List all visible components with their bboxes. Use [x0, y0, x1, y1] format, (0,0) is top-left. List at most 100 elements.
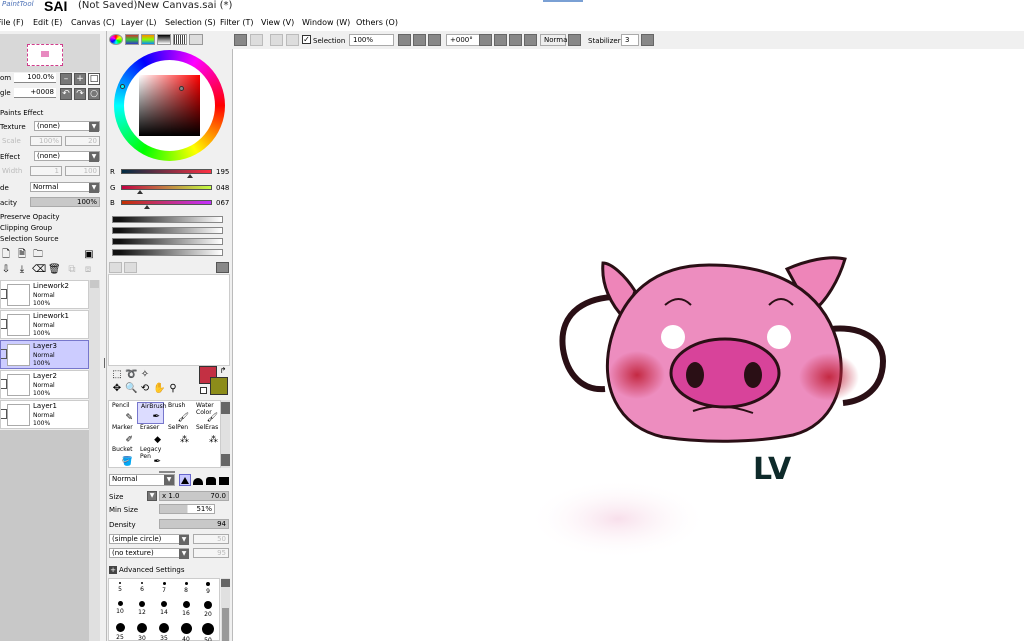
scratchpad-area[interactable] [108, 274, 230, 366]
swap-colors-icon[interactable]: ↱ [217, 365, 229, 377]
brush-size-item[interactable]: 5 [109, 582, 131, 593]
navigator-preview[interactable] [0, 34, 100, 72]
tool-legacy-pen[interactable]: Legacy Pen ✒ [137, 446, 164, 468]
menu-window[interactable]: Window (W) [302, 18, 350, 27]
red-slider[interactable] [121, 169, 212, 174]
transfer-down-icon[interactable]: ⇩ [0, 264, 12, 276]
brush-size-item[interactable]: 20 [197, 601, 219, 618]
brush-grid-scrollbar[interactable] [221, 578, 230, 641]
color-wheel[interactable] [114, 50, 225, 161]
size-slider[interactable]: x 1.0 70.0 [159, 491, 229, 501]
brush-size-item[interactable]: 7 [153, 582, 175, 594]
brush-size-item[interactable]: 16 [175, 601, 197, 617]
move-tool-icon[interactable]: ✥ [111, 383, 123, 395]
menu-others[interactable]: Others (O) [356, 18, 398, 27]
brush-size-item[interactable]: 6 [131, 582, 153, 593]
color-wheel-tab-icon[interactable] [109, 34, 123, 45]
tool-splitter-grip[interactable] [159, 471, 175, 473]
layer-item-layer2[interactable]: Layer2 Normal 100% [0, 370, 89, 399]
red-slider-thumb[interactable] [187, 174, 193, 178]
scroll-knob[interactable] [90, 280, 99, 288]
mix-bar-2[interactable] [112, 227, 223, 234]
menu-edit[interactable]: Edit (E) [33, 18, 62, 27]
tool-brush[interactable]: Brush 🖌 [165, 402, 192, 424]
menu-file[interactable]: File (F) [0, 18, 24, 27]
drawing-canvas[interactable]: LV [232, 49, 1024, 641]
tool-airbrush[interactable]: AirBrush ✒ [137, 402, 167, 424]
nav-angle-value[interactable]: +0008 [14, 88, 56, 98]
mix-chip[interactable] [113, 250, 120, 255]
chevron-down-icon[interactable]: ▼ [179, 535, 189, 545]
chevron-down-icon[interactable]: ▼ [89, 183, 99, 193]
layer-item-linework1[interactable]: Linework1 Normal 100% [0, 310, 89, 339]
tool-seleras[interactable]: SelEras ⁂ [193, 424, 221, 446]
clear-layer-icon[interactable]: ⌫ [32, 264, 46, 276]
selection-checkbox[interactable]: ✓ [302, 35, 311, 44]
density-slider[interactable]: 94 [159, 519, 229, 529]
zoom-in-button[interactable]: + [74, 73, 86, 85]
brush-size-item[interactable]: 30 [131, 623, 153, 641]
zoom-field[interactable]: 100% [349, 34, 394, 46]
brush-shape-select[interactable]: (simple circle) [109, 534, 189, 544]
preserve-opacity-checkbox[interactable]: Preserve Opacity [0, 213, 60, 221]
scale-field[interactable]: 100% [30, 136, 62, 146]
new-folder-icon[interactable]: 🗀 [32, 249, 44, 261]
layer-item-layer1[interactable]: Layer1 Normal 100% [0, 400, 89, 429]
chevron-down-icon[interactable]: ▼ [179, 549, 189, 559]
mix-chip[interactable] [113, 239, 120, 244]
brush-size-item[interactable]: 10 [109, 601, 131, 615]
size-mult-dropdown[interactable]: ▼ [147, 491, 157, 501]
green-slider-thumb[interactable] [137, 190, 143, 194]
scratchpad-btn-2[interactable] [124, 262, 137, 273]
lasso-tool-icon[interactable]: ➰ [125, 369, 137, 381]
rotate-right-button[interactable]: ↷ [74, 88, 86, 100]
scroll-up-button[interactable] [221, 402, 230, 414]
splitter-grip[interactable] [104, 358, 105, 368]
menu-canvas[interactable]: Canvas (C) [71, 18, 115, 27]
tool-selpen[interactable]: SelPen ⁂ [165, 424, 192, 446]
layer-scrollbar[interactable] [89, 280, 100, 641]
eyedropper-tool-icon[interactable]: ⚲ [167, 383, 179, 395]
scratchpad-tab-icon[interactable] [189, 34, 203, 45]
layer-item-layer3[interactable]: Layer3 Normal 100% [0, 340, 89, 369]
hsv-slider-tab-icon[interactable] [141, 34, 155, 45]
blue-value[interactable]: 067 [216, 199, 229, 207]
view-mode-dropdown[interactable] [568, 34, 581, 46]
marquee-tool-icon[interactable]: ⬚ [111, 369, 123, 381]
menu-selection[interactable]: Selection (S) [165, 18, 216, 27]
hue-marker[interactable] [120, 84, 125, 89]
chevron-down-icon[interactable]: ▼ [89, 152, 99, 162]
angle-dropdown[interactable] [479, 34, 492, 46]
hand-tool-icon[interactable]: ✋ [153, 383, 165, 395]
rotate-reset-button[interactable]: ○ [88, 88, 100, 100]
tool-watercolor[interactable]: Water Color 🖌 [193, 402, 221, 424]
invert-selection-icon[interactable] [286, 34, 299, 46]
brush-texture-select[interactable]: (no texture) [109, 548, 189, 558]
brush-shape-sharp[interactable] [179, 474, 191, 486]
scale-field-2[interactable]: 20 [65, 136, 100, 146]
shape-strength-field[interactable]: 50 [193, 534, 229, 544]
rotate-ccw-icon[interactable] [494, 34, 507, 46]
chevron-down-icon[interactable]: ▼ [164, 475, 174, 485]
brush-shape-flat[interactable] [206, 477, 216, 485]
swatches-tab-icon[interactable] [173, 34, 187, 45]
advanced-settings-toggle[interactable]: Advanced Settings [119, 566, 185, 574]
mix-chip[interactable] [113, 228, 120, 233]
rotate-left-button[interactable]: ↶ [60, 88, 72, 100]
blue-slider[interactable] [121, 200, 212, 205]
scroll-knob[interactable] [222, 608, 229, 641]
zoom-tool-icon[interactable]: 🔍 [125, 383, 137, 395]
expand-plus-icon[interactable]: + [109, 566, 117, 574]
brush-shape-round[interactable] [193, 478, 203, 485]
color-mixer-tab-icon[interactable] [157, 34, 171, 45]
brush-shape-square[interactable] [219, 477, 229, 485]
brush-size-item[interactable]: 35 [153, 623, 175, 641]
red-value[interactable]: 195 [216, 168, 229, 176]
menu-filter[interactable]: Filter (T) [220, 18, 253, 27]
clipping-group-checkbox[interactable]: Clipping Group [0, 224, 52, 232]
zoom-dropdown[interactable] [398, 34, 411, 46]
tool-marker[interactable]: Marker ✐ [109, 424, 136, 446]
width-field[interactable]: 1 [30, 166, 62, 176]
mix-bar-1[interactable] [112, 216, 223, 223]
brush-size-item[interactable]: 50 [197, 623, 219, 641]
